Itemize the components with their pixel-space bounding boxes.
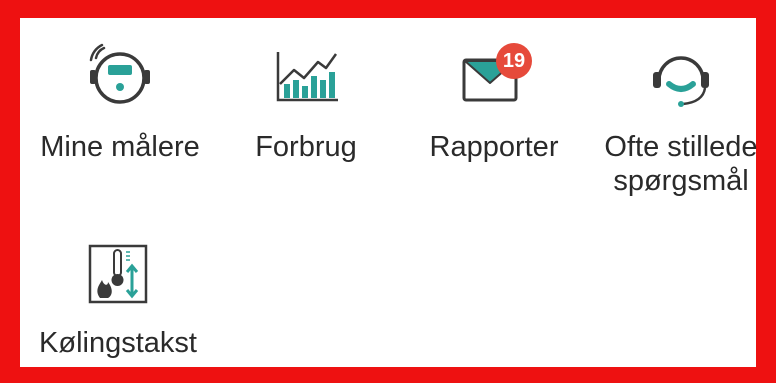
tile-label: Kølingstakst (39, 327, 197, 359)
tile-rapporter[interactable]: 19 Rapporter (404, 40, 584, 164)
tile-label: Mine målere (40, 131, 200, 163)
meter-icon (80, 40, 160, 120)
tile-faq[interactable]: Ofte stillede spørgsmål (590, 40, 772, 198)
thermometer-icon (78, 236, 158, 316)
tile-koelingstakst[interactable]: Kølingstakst (28, 236, 208, 360)
notification-badge: 19 (496, 43, 532, 79)
bar-chart-icon (266, 40, 346, 120)
tile-label: Forbrug (255, 131, 357, 163)
tile-mine-maalere[interactable]: Mine målere (30, 40, 210, 164)
tile-label: Rapporter (429, 131, 559, 163)
mail-icon: 19 (454, 40, 534, 120)
headset-icon (641, 40, 721, 120)
tile-forbrug[interactable]: Forbrug (216, 40, 396, 164)
tile-label: Ofte stillede spørgsmål (604, 131, 758, 197)
